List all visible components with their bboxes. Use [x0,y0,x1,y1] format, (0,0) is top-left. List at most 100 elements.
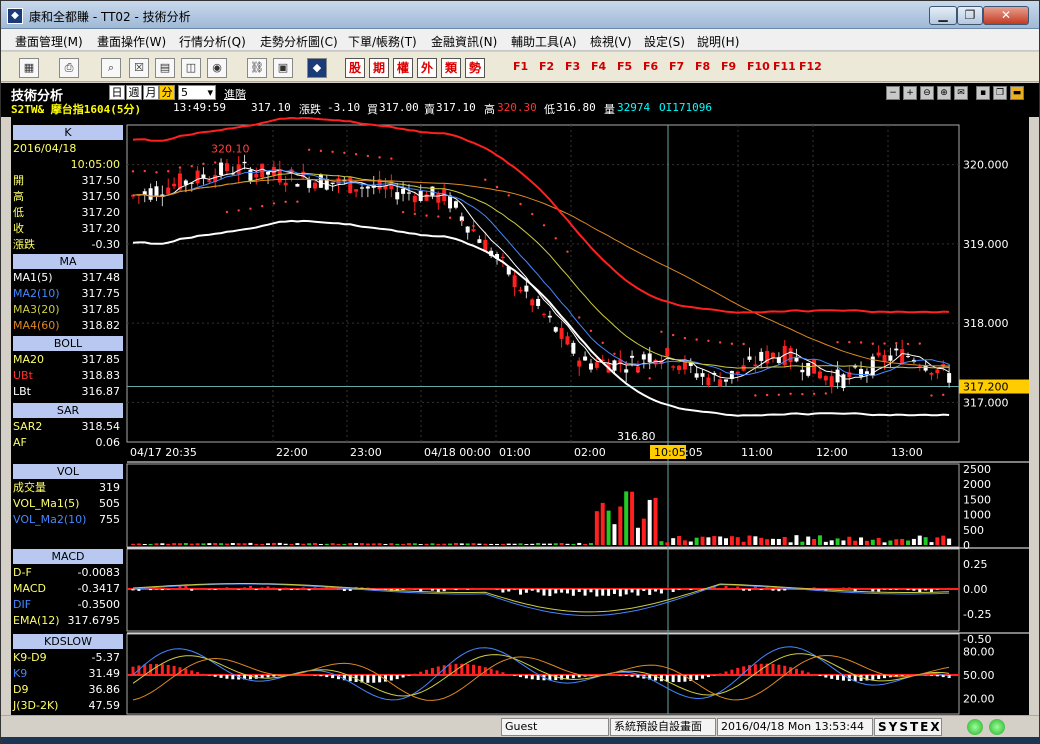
fkey-button-8[interactable]: F9 [721,60,736,73]
kd-histogram-bar [225,675,229,679]
minus-icon[interactable]: − [886,86,900,100]
sar-dot [331,150,334,153]
low-annotation: 316.80 [617,430,656,443]
kd-histogram-bar [536,675,540,680]
macd-histogram-bar [742,589,746,591]
fkey-button-10[interactable]: F11 [773,60,796,73]
volume-bar [512,543,517,545]
volume-bar [671,538,676,545]
volume-bar [477,543,482,545]
fkey-button-4[interactable]: F5 [617,60,632,73]
zoom-icon[interactable]: ⌕ [101,58,121,78]
zoom-out-icon[interactable]: ⊖ [920,86,934,100]
candle-body [641,354,646,360]
sar-dot [296,200,299,203]
market-button-1[interactable]: 期 [369,58,389,78]
volume-bar [724,538,729,545]
menu-item-7[interactable]: 檢視(V) [590,33,632,50]
fkey-button-2[interactable]: F3 [565,60,580,73]
menu-item-4[interactable]: 下單/帳務(T) [348,33,417,50]
kd-histogram-bar [501,672,505,675]
save-icon[interactable]: ▪ [976,86,990,100]
sar-dot [507,194,510,197]
menu-item-1[interactable]: 畫面操作(W) [97,33,166,50]
screen-icon[interactable]: ▣ [273,58,293,78]
menu-item-9[interactable]: 說明(H) [697,33,739,50]
candle-body [401,188,406,194]
menu-item-2[interactable]: 行情分析(Q) [179,33,246,50]
volume-bar [659,541,664,545]
zoom-in-icon[interactable]: ⊕ [937,86,951,100]
macd-histogram-bar [313,587,317,589]
fkey-button-0[interactable]: F1 [513,60,528,73]
fkey-button-6[interactable]: F7 [669,60,684,73]
macd-histogram-bar [894,589,898,590]
candle-body [260,163,265,178]
market-button-5[interactable]: 勢 [465,58,485,78]
macd-histogram-bar [178,586,182,589]
candle-body [254,174,259,178]
plus-icon[interactable]: + [903,86,917,100]
brand-icon[interactable]: ◆ [307,58,327,78]
restore-icon[interactable]: ❐ [993,86,1007,100]
title-bar[interactable]: ◆ 康和全都賺 - TT02 - 技術分析 ▁ ❐ ✕ [1,1,1039,29]
menu-item-8[interactable]: 設定(S) [644,33,685,50]
macd-histogram-bar [301,587,305,589]
folder-icon[interactable]: ▬ [1010,86,1024,100]
kd-histogram-bar [395,675,399,680]
candle-body [453,201,458,208]
fkey-button-7[interactable]: F8 [695,60,710,73]
volume-bar [735,537,740,545]
menu-item-6[interactable]: 輔助工具(A) [511,33,577,50]
print-icon[interactable]: ⎙ [59,58,79,78]
fkey-button-9[interactable]: F10 [747,60,770,73]
macd-histogram-bar [219,588,223,589]
window-icon[interactable]: ◫ [181,58,201,78]
candle-body [266,171,271,175]
market-button-4[interactable]: 類 [441,58,461,78]
sar-dot [531,212,534,216]
candle-body [630,355,635,358]
sar-dot [707,339,710,342]
volume-bar [289,544,294,545]
sar-dot [789,392,792,395]
maximize-button[interactable]: ❐ [957,6,983,25]
menu-item-3[interactable]: 走勢分析圖(C) [260,33,338,50]
minimize-button[interactable]: ▁ [929,6,957,25]
period-button-2[interactable]: 月 [143,85,159,100]
chart-area: K 2016/04/18 10:05:00 開 317.50 高 317.50 低 317.20… [11,117,1029,715]
period-button-1[interactable]: 週 [126,85,142,100]
sar-dot [425,214,428,217]
vol-tick-label: 2000 [963,478,991,491]
candle-body [876,352,881,356]
period-button-0[interactable]: 日 [109,85,125,100]
fkey-button-11[interactable]: F12 [799,60,822,73]
kd-tick-label: 80.00 [963,646,995,659]
layout-icon[interactable]: ▦ [19,58,39,78]
kd-histogram-bar [565,675,569,679]
market-button-2[interactable]: 權 [393,58,413,78]
close-chart-icon[interactable]: ☒ [129,58,149,78]
market-button-3[interactable]: 外 [417,58,437,78]
sar-dot [671,333,675,337]
link-icon[interactable]: ⛓ [247,58,267,78]
candle-body [242,161,247,164]
candle-body [354,189,359,192]
fkey-button-1[interactable]: F2 [539,60,554,73]
market-button-0[interactable]: 股 [345,58,365,78]
fkey-button-3[interactable]: F4 [591,60,606,73]
volume-bar [706,537,711,545]
period-button-3[interactable]: 分 [159,85,175,100]
tile-icon[interactable]: ▤ [155,58,175,78]
advanced-link[interactable]: 進階 [224,86,246,102]
menu-item-5[interactable]: 金融資訊(N) [431,33,497,50]
status-layout[interactable]: 系統預設自設畫面 [610,718,716,736]
news-icon[interactable]: ◉ [207,58,227,78]
chart-svg[interactable]: 04/17 20:35 22:00 23:00 04/18 00:00 01:00 02:… [11,117,1029,715]
message-icon[interactable]: ✉ [954,86,968,100]
fkey-button-5[interactable]: F6 [643,60,658,73]
y-tick-label: 319.000 [963,238,1009,251]
menu-item-0[interactable]: 畫面管理(M) [15,33,83,50]
close-button[interactable]: ✕ [983,6,1029,25]
interval-select[interactable]: 5 ▾ [178,85,216,100]
